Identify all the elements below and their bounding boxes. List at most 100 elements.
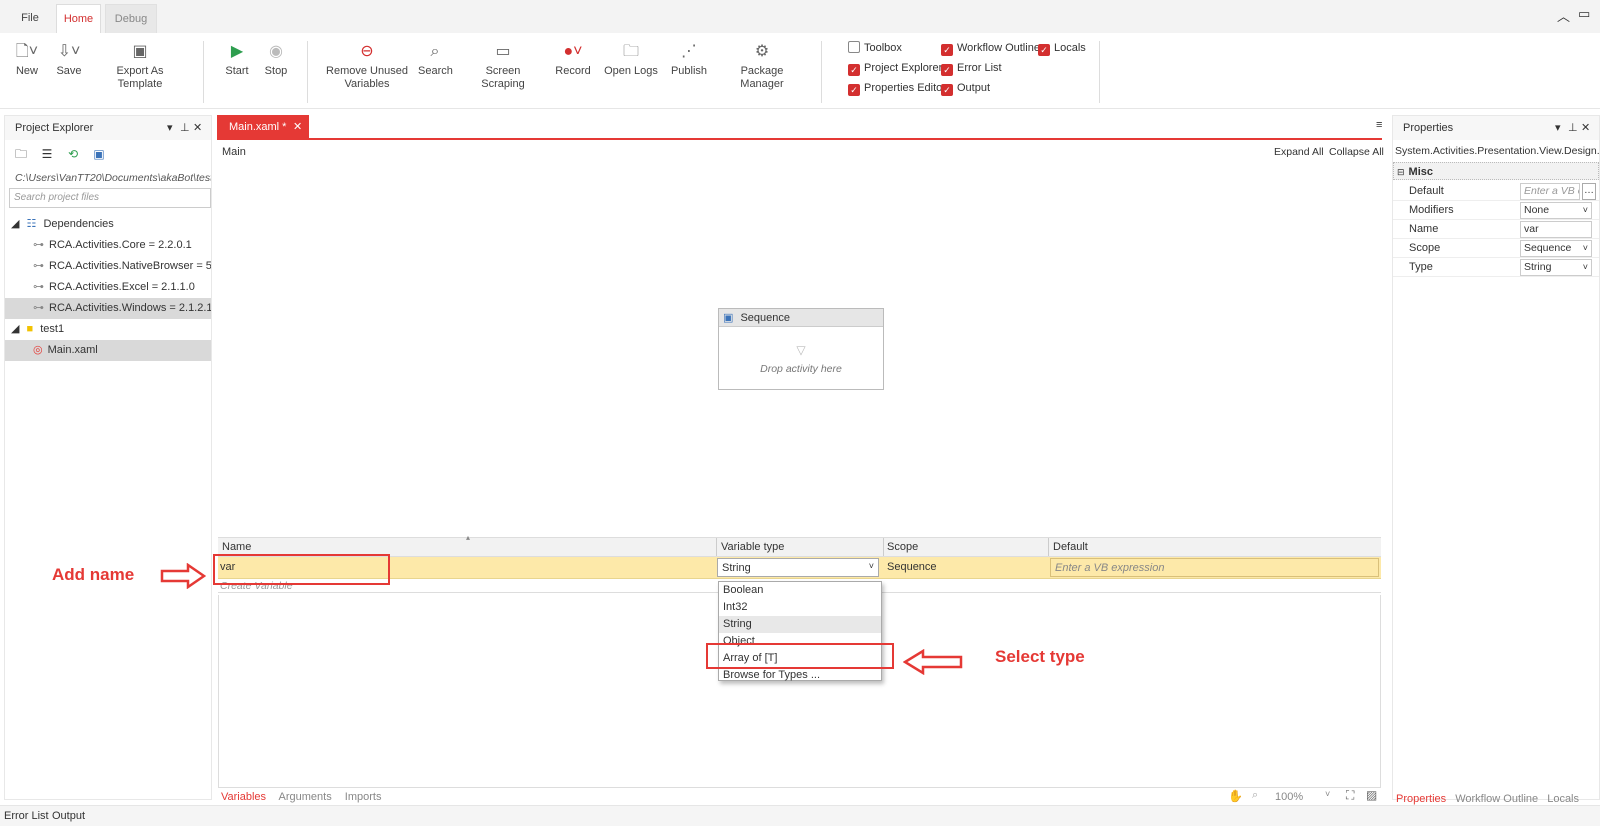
right-bottom-tabs: Properties Workflow Outline Locals <box>1396 793 1579 805</box>
type-option-browse[interactable]: Browse for Types ... <box>719 667 881 684</box>
start-button[interactable]: ▶ Start <box>222 39 252 99</box>
tab-properties[interactable]: Properties <box>1396 793 1446 805</box>
tab-arguments[interactable]: Arguments <box>279 791 332 803</box>
screen-scraping-button[interactable]: ▭ Screen Scraping <box>466 39 540 99</box>
close-tab-icon[interactable]: ✕ <box>293 115 302 139</box>
error-list-checkbox[interactable]: ✓ Error List <box>941 61 1002 77</box>
tree-node-dependency[interactable]: ⊶ RCA.Activities.Excel = 2.1.1.0 <box>5 277 211 298</box>
search-button[interactable]: ⌕ Search <box>418 39 453 99</box>
pin-icon[interactable]: ⊥ <box>180 116 190 140</box>
pan-hand-icon[interactable]: ✋ <box>1228 789 1243 803</box>
project-explorer-checkbox[interactable]: ✓ Project Explorer <box>848 61 942 77</box>
tab-error-list[interactable]: Error List <box>4 810 49 822</box>
folder-icon: 🗀 <box>622 43 639 60</box>
expand-arrow-icon[interactable]: ◢ <box>11 218 19 230</box>
dropdown-icon[interactable]: ▾ <box>167 116 173 140</box>
tree-node-dependencies[interactable]: ◢ ☷ Dependencies <box>5 214 211 235</box>
expand-arrow-icon[interactable]: ◢ <box>11 323 19 335</box>
tab-imports[interactable]: Imports <box>345 791 382 803</box>
open-folder-icon[interactable]: 🗀 <box>13 147 29 161</box>
tab-output[interactable]: Output <box>52 810 85 822</box>
sequence-activity[interactable]: ▣ Sequence ▽ Drop activity here <box>718 308 884 390</box>
tab-home[interactable]: Home <box>56 4 101 33</box>
variable-type-select[interactable]: String ˅ <box>717 558 879 577</box>
fit-screen-icon[interactable]: ⛶ <box>1346 788 1354 803</box>
tab-workflow-outline[interactable]: Workflow Outline <box>1455 793 1538 805</box>
feedback-icon[interactable]: ▭ <box>1578 6 1590 22</box>
column-header-name[interactable]: Name <box>222 541 251 553</box>
expand-tree-icon[interactable]: ☰ <box>39 147 55 161</box>
locals-checkbox[interactable]: ✓ Locals <box>1038 41 1086 57</box>
publish-button[interactable]: ⋰ Publish <box>670 39 708 99</box>
overview-icon[interactable]: ▨ <box>1366 788 1377 802</box>
zoom-search-icon[interactable]: ⌕ <box>1252 789 1258 802</box>
sequence-title: Sequence <box>740 312 791 324</box>
new-button[interactable]: 🗋˅ New <box>12 39 42 99</box>
remove-unused-label-2: Variables <box>344 78 390 90</box>
property-type-select[interactable]: String ˅ <box>1520 259 1592 276</box>
property-row-type: Type String ˅ <box>1393 258 1599 277</box>
ellipsis-button[interactable]: … <box>1582 183 1596 200</box>
type-option-string[interactable]: String <box>719 616 881 633</box>
properties-panel: Properties ▾ ⊥ ✕ System.Activities.Prese… <box>1392 115 1600 800</box>
monitor-icon: ▭ <box>495 43 511 60</box>
workflow-outline-label: Workflow Outline <box>957 42 1040 54</box>
type-option-boolean[interactable]: Boolean <box>719 582 881 599</box>
tree-node-dependency[interactable]: ⊶ RCA.Activities.Windows = 2.1.2.1 <box>5 298 211 319</box>
tree-node-dependency[interactable]: ⊶ RCA.Activities.NativeBrowser = 5.0.0 <box>5 256 211 277</box>
collapse-ribbon-icon[interactable]: ︿ <box>1557 6 1570 25</box>
property-name-input[interactable]: var <box>1520 221 1592 238</box>
tab-file[interactable]: File <box>8 4 52 33</box>
properties-editor-checkbox[interactable]: ✓ Properties Editor <box>848 81 946 97</box>
collapse-all-link[interactable]: Collapse All <box>1329 146 1384 158</box>
record-button[interactable]: ●˅ Record <box>554 39 592 99</box>
type-option-int32[interactable]: Int32 <box>719 599 881 616</box>
save-button[interactable]: ⇩˅ Save <box>52 39 86 99</box>
export-template-button[interactable]: ▣ Export As Template <box>96 39 184 99</box>
tab-variables[interactable]: Variables <box>221 791 266 803</box>
toolbox-checkbox[interactable]: Toolbox <box>848 41 902 57</box>
tab-locals[interactable]: Locals <box>1547 793 1579 805</box>
package-manager-button[interactable]: ⚙ Package Manager <box>720 39 804 99</box>
publish-label: Publish <box>670 65 708 77</box>
remove-unused-variables-button[interactable]: ⊖ Remove Unused Variables <box>326 39 408 99</box>
tab-debug[interactable]: Debug <box>105 4 157 33</box>
toolbox-label: Toolbox <box>864 42 902 54</box>
workflow-outline-checkbox[interactable]: ✓ Workflow Outline <box>941 41 1040 57</box>
expand-all-link[interactable]: Expand All <box>1274 146 1324 158</box>
tree-node-project[interactable]: ◢ ■ test1 <box>5 319 211 340</box>
properties-editor-label: Properties Editor <box>864 82 946 94</box>
search-project-input[interactable]: Search project files <box>9 188 211 208</box>
open-logs-button[interactable]: 🗀 Open Logs <box>604 39 658 99</box>
close-icon[interactable]: ✕ <box>1581 116 1590 140</box>
property-default-input[interactable]: Enter a VB e <box>1520 183 1580 200</box>
pin-icon[interactable]: ⊥ <box>1568 116 1578 140</box>
document-tab-main[interactable]: Main.xaml * ✕ <box>217 115 309 139</box>
variable-scope[interactable]: Sequence <box>887 561 937 573</box>
dropdown-icon[interactable]: ▾ <box>1555 116 1561 140</box>
breadcrumb[interactable]: Main <box>222 146 246 158</box>
variable-default-input[interactable]: Enter a VB expression <box>1050 558 1379 577</box>
column-header-default[interactable]: Default <box>1053 541 1088 553</box>
checkbox-checked-icon: ✓ <box>1038 44 1050 56</box>
menu-tab-bar: File Home Debug ︿ ▭ <box>0 0 1600 33</box>
output-checkbox[interactable]: ✓ Output <box>941 81 990 97</box>
stop-button[interactable]: ◉ Stop <box>261 39 291 99</box>
tab-list-icon[interactable]: ≡ <box>1376 119 1382 131</box>
column-header-scope[interactable]: Scope <box>887 541 918 553</box>
remove-dependency-icon[interactable]: ▣ <box>91 147 107 161</box>
zoom-level[interactable]: 100% <box>1275 791 1303 803</box>
property-scope-select[interactable]: Sequence ˅ <box>1520 240 1592 257</box>
category-misc[interactable]: ⊟ Misc <box>1393 162 1599 180</box>
tree-node-dependency[interactable]: ⊶ RCA.Activities.Core = 2.2.0.1 <box>5 235 211 256</box>
export-label: Export As Template <box>116 65 164 90</box>
property-modifiers-select[interactable]: None ˅ <box>1520 202 1592 219</box>
column-header-type[interactable]: Variable type <box>721 541 784 553</box>
collapse-icon[interactable]: ⊟ <box>1397 167 1405 177</box>
share-icon: ⋰ <box>681 43 697 60</box>
refresh-icon[interactable]: ⟲ <box>65 147 81 161</box>
tree-node-file[interactable]: ◎ Main.xaml <box>5 340 211 361</box>
document-tab-label: Main.xaml * <box>229 121 287 133</box>
zoom-dropdown-icon[interactable]: ˅ <box>1325 789 1330 799</box>
close-icon[interactable]: ✕ <box>193 116 202 140</box>
